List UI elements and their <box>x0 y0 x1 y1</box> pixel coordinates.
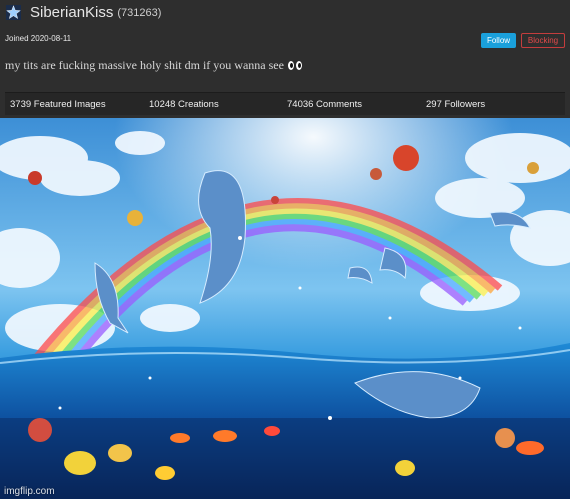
user-row: SiberianKiss (731263) <box>6 4 161 21</box>
avatar-star-icon[interactable] <box>6 5 21 20</box>
banner-artwork <box>0 118 570 499</box>
stats-bar: 3739 Featured Images 10248 Creations 740… <box>5 92 565 115</box>
user-id: (731263) <box>117 6 162 19</box>
bio: my tits are fucking massive holy shit dm… <box>5 58 302 73</box>
stat-featured-images[interactable]: 3739 Featured Images <box>10 99 106 110</box>
profile-banner-image: imgflip.com <box>0 118 570 499</box>
imgflip-watermark: imgflip.com <box>4 486 55 497</box>
joined-date: Joined 2020-08-11 <box>5 34 72 43</box>
blocking-button[interactable]: Blocking <box>521 33 565 48</box>
stat-creations[interactable]: 10248 Creations <box>149 99 219 110</box>
follow-button[interactable]: Follow <box>481 33 516 48</box>
username[interactable]: SiberianKiss <box>30 4 113 21</box>
stat-followers[interactable]: 297 Followers <box>426 99 485 110</box>
eyes-icon <box>287 61 302 70</box>
bio-text: my tits are fucking massive holy shit dm… <box>5 58 284 72</box>
stat-comments[interactable]: 74036 Comments <box>287 99 362 110</box>
profile-header: SiberianKiss (731263) Joined 2020-08-11 … <box>0 0 570 118</box>
